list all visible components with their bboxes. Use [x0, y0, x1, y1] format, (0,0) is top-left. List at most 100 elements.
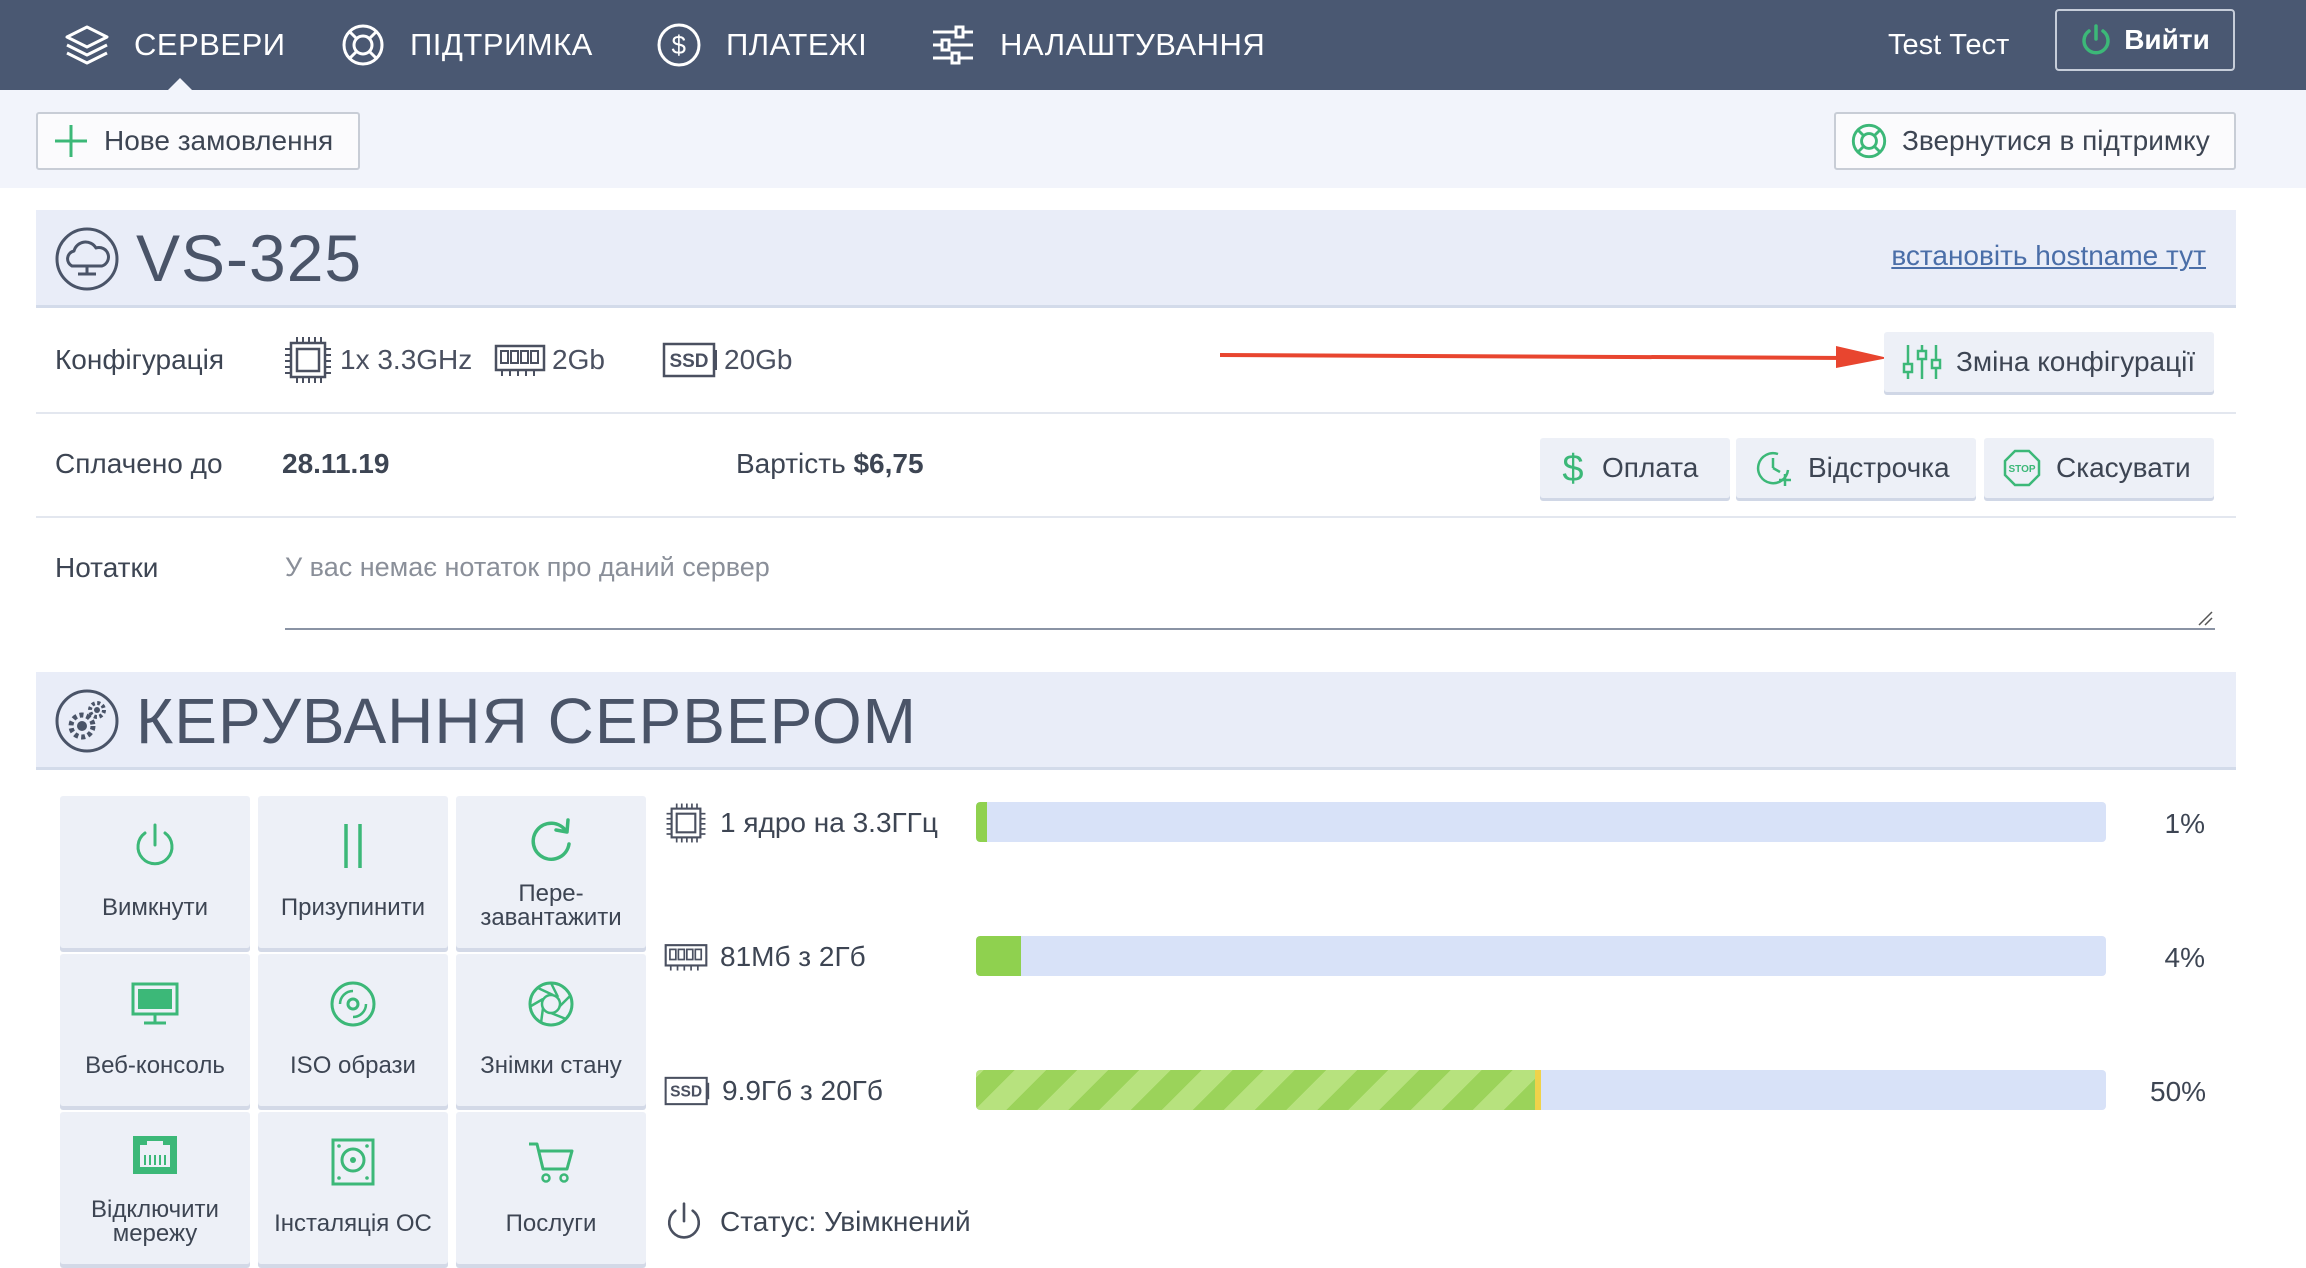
cost-info: Вартість $6,75 [736, 448, 924, 480]
disconnect-network-label-line2: мережу [112, 1220, 198, 1247]
nav-item-support[interactable]: ПІДТРИМКА [340, 0, 593, 90]
services-label: Послуги [505, 1210, 597, 1237]
server-status: Статус: Увімкнений [664, 1200, 971, 1244]
logout-label: Вийти [2124, 24, 2210, 55]
ram-usage-percent: 4% [2164, 942, 2205, 973]
snapshots-label: Знімки стану [480, 1052, 622, 1079]
lifebuoy-icon [342, 24, 384, 66]
restart-label-line1: Пере- [518, 880, 584, 907]
annotation-arrow [1219, 346, 1888, 368]
pay-button[interactable]: $ Оплата [1540, 438, 1730, 498]
nav-label-servers: СЕРВЕРИ [134, 27, 286, 62]
disk-spec: SSD 20Gb [662, 334, 793, 386]
new-order-label: Нове замовлення [104, 125, 334, 156]
os-install-tile[interactable]: Інсталяція ОС [258, 1112, 448, 1264]
ram-spec: 2Gb [494, 334, 605, 386]
cpu-usage-label: 1 ядро на 3.3ГГц [664, 800, 938, 846]
camera-aperture-icon [528, 981, 574, 1027]
notes-placeholder: У вас немає нотаток про даний сервер [285, 552, 770, 582]
logout-button[interactable]: Вийти [2055, 9, 2235, 71]
ssd-icon: SSD [662, 342, 717, 378]
nav-item-settings[interactable]: НАЛАШТУВАННЯ [930, 0, 1265, 90]
cart-icon [529, 1142, 574, 1183]
server-name: VS-325 [136, 221, 363, 295]
os-install-label: Інсталяція ОС [274, 1210, 432, 1237]
defer-payment-button[interactable]: Відстрочка [1736, 438, 1976, 498]
contact-support-label: Звернутися в підтримку [1902, 125, 2210, 156]
contact-support-button[interactable]: Звернутися в підтримку [1834, 112, 2236, 170]
ram-icon [494, 344, 546, 376]
cloud-server-icon [55, 227, 119, 291]
notes-label: Нотатки [55, 552, 159, 583]
ram-usage-text: 81Мб з 2Гб [720, 941, 866, 972]
snapshots-tile[interactable]: Знімки стану [456, 954, 646, 1106]
layers-icon [65, 25, 109, 65]
disconnect-network-label-line1: Відключити [91, 1196, 219, 1223]
cpu-icon [285, 337, 331, 383]
power-icon [667, 1202, 701, 1239]
server-header: VS-325 встановіть hostname тут [36, 210, 2236, 308]
user-name[interactable]: Test Тест [1888, 0, 2009, 90]
monitor-icon [131, 982, 179, 1025]
notes-textarea[interactable]: У вас немає нотаток про даний сервер [285, 542, 2215, 630]
sliders-vertical-icon [1902, 345, 1942, 379]
power-icon [2082, 24, 2110, 55]
restart-icon [531, 818, 571, 861]
svg-text:$: $ [1562, 448, 1583, 488]
top-navigation: СЕРВЕРИ ПІДТРИМКА $ ПЛАТЕЖІ НАЛАШТУВАННЯ… [0, 0, 2306, 91]
suspend-label: Призупинити [280, 894, 426, 921]
web-console-tile[interactable]: Веб-консоль [60, 954, 250, 1106]
ram-icon [664, 944, 708, 971]
svg-text:$: $ [672, 30, 687, 60]
resize-grip-icon[interactable] [2197, 610, 2213, 626]
iso-images-tile[interactable]: ISO образи [258, 954, 448, 1106]
iso-images-label: ISO образи [290, 1052, 416, 1079]
power-off-tile[interactable]: Вимкнути [60, 796, 250, 948]
restart-label-line2: завантажити [480, 904, 622, 931]
nav-item-servers[interactable]: СЕРВЕРИ [64, 0, 286, 90]
disk-usage-ssd-badge: SSD [670, 1084, 702, 1101]
disk-usage-fill [976, 1070, 1541, 1110]
change-configuration-label: Зміна конфігурації [1956, 346, 2196, 377]
paid-until-label: Сплачено до [55, 448, 223, 479]
billing-row: Сплачено до 28.11.19 Вартість $6,75 $ Оп… [36, 414, 2236, 518]
defer-payment-label: Відстрочка [1808, 452, 1950, 483]
ram-usage-label: 81Мб з 2Гб [664, 934, 866, 980]
disconnect-network-label: Відключити мережу [60, 1198, 250, 1246]
set-hostname-link[interactable]: встановіть hostname тут [1891, 240, 2206, 272]
network-port-icon [133, 1136, 177, 1174]
restart-label: Пере- завантажити [456, 882, 646, 930]
ssd-badge-text: SSD [669, 351, 708, 372]
disconnect-network-tile[interactable]: Відключити мережу [60, 1112, 250, 1264]
cost-value: $6,75 [853, 448, 924, 479]
dollar-coin-icon: $ [657, 23, 701, 67]
cpu-icon [666, 803, 706, 843]
cancel-server-label: Скасувати [2056, 452, 2191, 483]
clock-plus-icon [1756, 452, 1791, 486]
server-status-text: Статус: Увімкнений [720, 1206, 971, 1237]
paid-until-value: 28.11.19 [282, 448, 390, 479]
nav-item-payments[interactable]: $ ПЛАТЕЖІ [656, 0, 867, 90]
change-configuration-button[interactable]: Зміна конфігурації [1884, 332, 2214, 392]
ram-usage-fill [976, 936, 1022, 976]
cpu-usage-text: 1 ядро на 3.3ГГц [720, 807, 938, 838]
cpu-usage-percent: 1% [2164, 808, 2205, 839]
hdd-install-icon [331, 1138, 375, 1186]
new-order-button[interactable]: Нове замовлення [36, 112, 360, 170]
restart-tile[interactable]: Пере- завантажити [456, 796, 646, 948]
services-tile[interactable]: Послуги [456, 1112, 646, 1264]
disk-usage-text: 9.9Гб з 20Гб [722, 1075, 883, 1106]
ram-usage-bar [976, 936, 2106, 976]
nav-label-support: ПІДТРИМКА [410, 27, 593, 62]
suspend-tile[interactable]: Призупинити [258, 796, 448, 948]
cpu-spec: 1x 3.3GHz [282, 334, 472, 386]
server-management-header: КЕРУВАННЯ СЕРВЕРОМ [36, 672, 2236, 770]
dollar-icon: $ [1562, 448, 1583, 488]
cancel-server-button[interactable]: STOP Скасувати [1984, 438, 2214, 498]
plus-icon [55, 125, 87, 157]
power-icon [136, 823, 174, 866]
lifebuoy-icon [1851, 123, 1887, 159]
disk-usage-label: SSD 9.9Гб з 20Гб [664, 1068, 883, 1114]
disc-icon [330, 981, 376, 1027]
ssd-icon: SSD [664, 1076, 710, 1106]
